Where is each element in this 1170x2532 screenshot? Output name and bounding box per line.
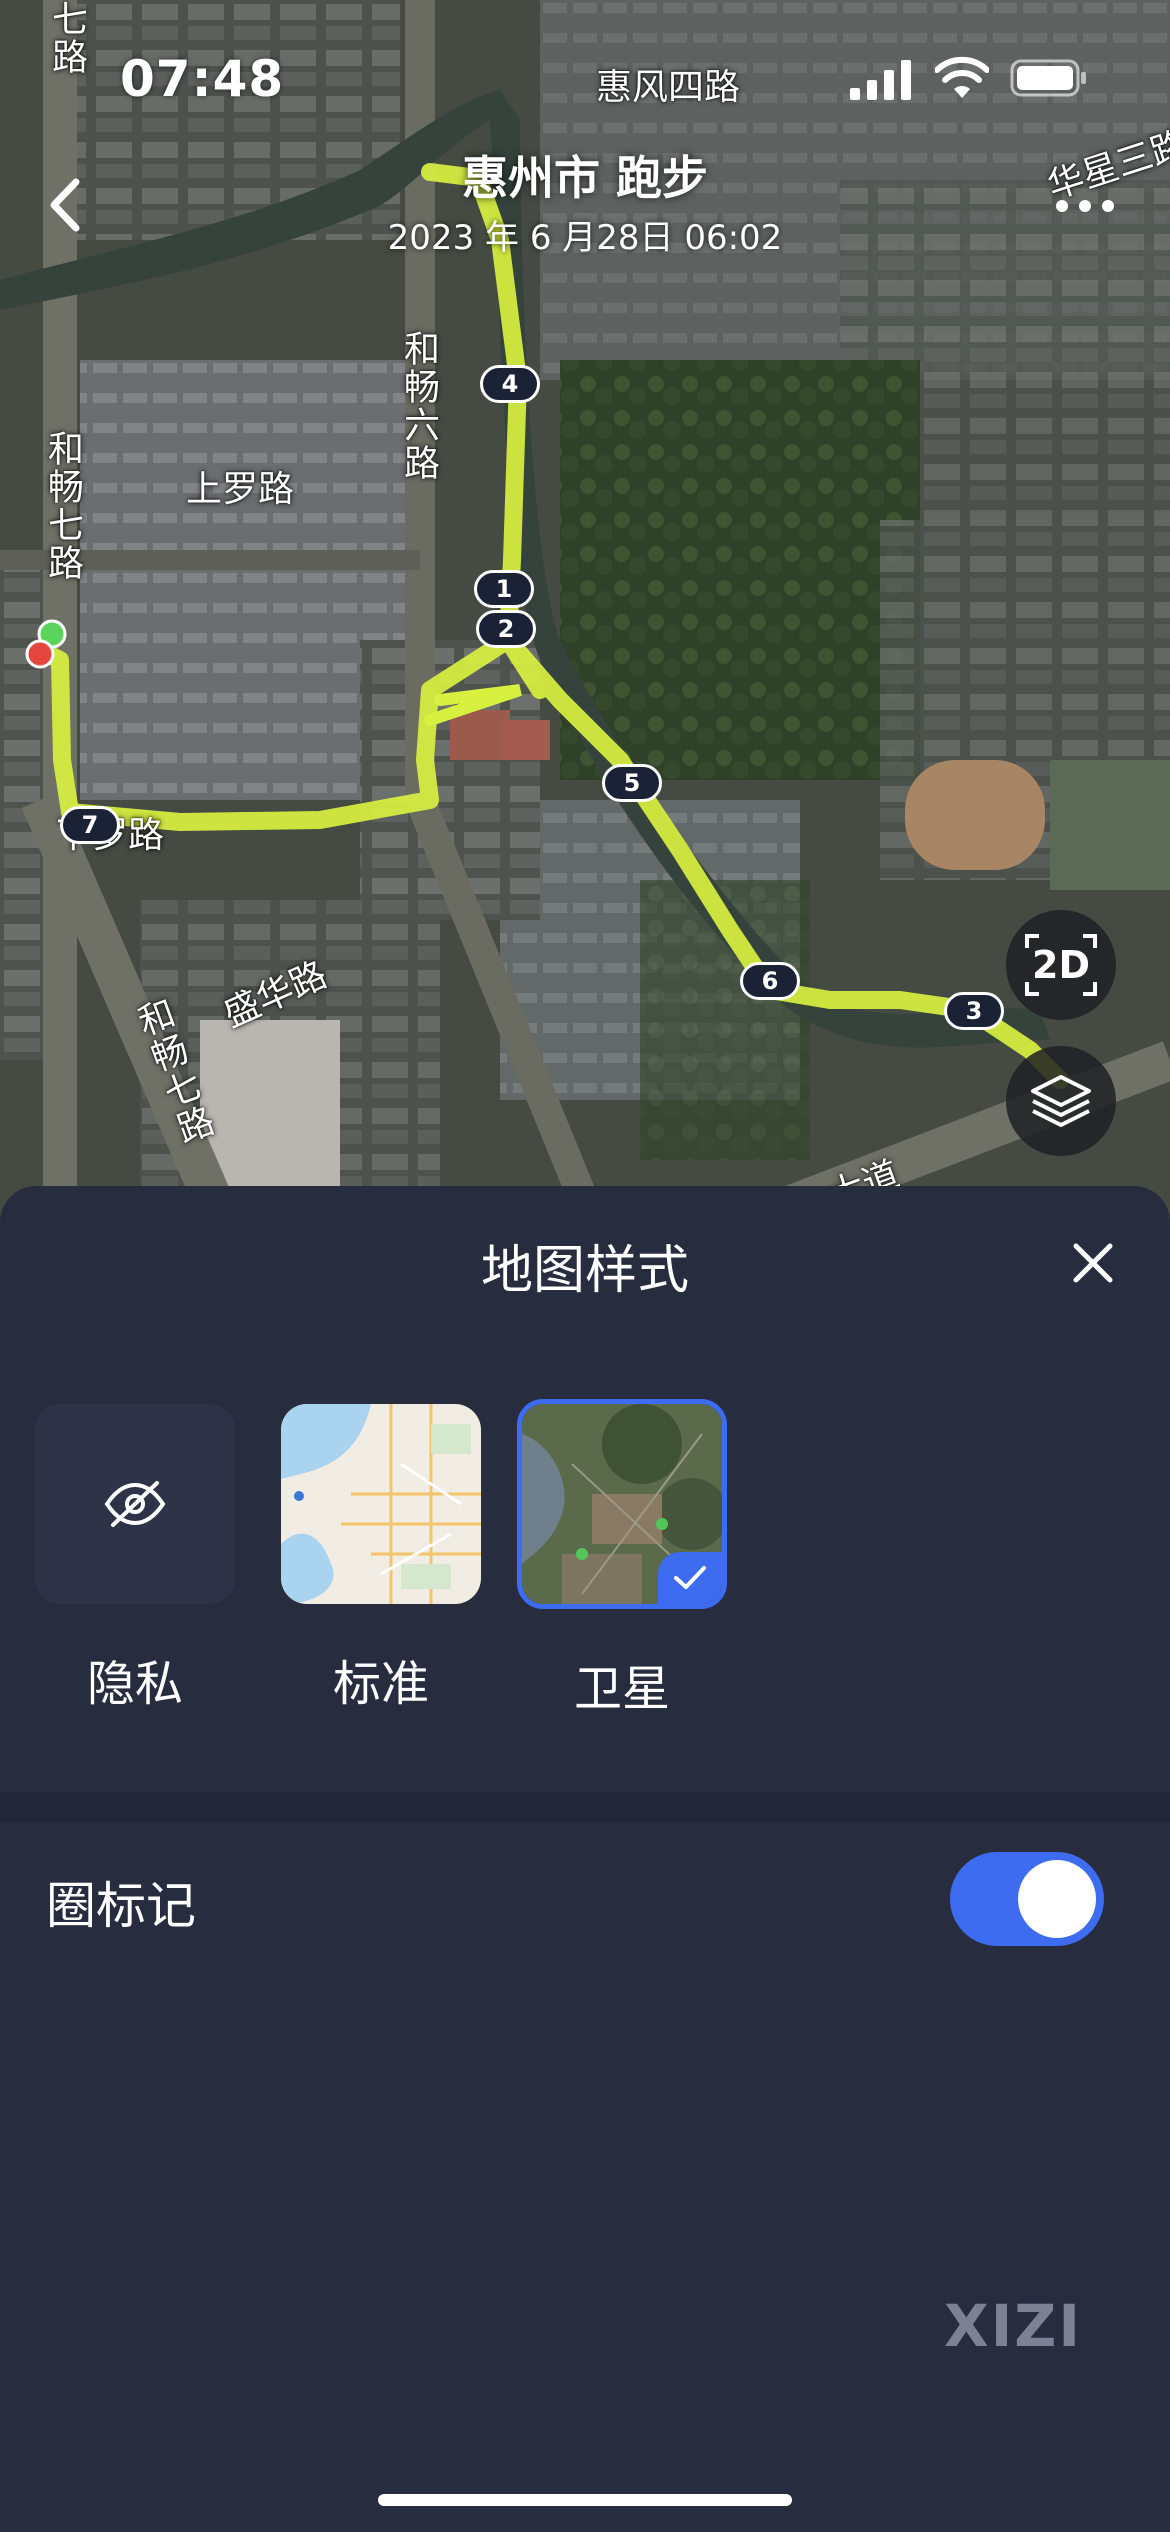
map-style-label: 隐私 [86, 1656, 183, 1712]
status-time: 07:48 [120, 50, 285, 108]
section-divider [0, 1792, 1170, 1822]
road-label: 上罗路 [186, 469, 295, 510]
watermark-logo: XIZI [944, 2292, 1082, 2360]
road-label: 和畅六路 [398, 330, 439, 482]
close-button[interactable] [1068, 1238, 1118, 1288]
standard-map-preview [281, 1404, 481, 1604]
layers-icon [1031, 1075, 1091, 1127]
lap-marker[interactable]: 6 [740, 962, 800, 1000]
lap-marker[interactable]: 7 [60, 806, 120, 844]
frame-corners-icon [1025, 934, 1097, 996]
wifi-icon [935, 56, 989, 98]
map-style-standard[interactable]: 标准 [281, 1404, 481, 1714]
checkmark-icon [674, 1566, 706, 1589]
lap-marker[interactable]: 1 [474, 570, 534, 608]
map-view[interactable]: 惠风四路 华星三路 七路 和畅七路 和畅六路 上罗路 下罗路 盛华路 和畅七路 … [0, 0, 1170, 1240]
page-title: 惠州市 跑步 [461, 151, 708, 205]
lap-marker[interactable]: 3 [944, 992, 1004, 1030]
map-style-label: 卫星 [573, 1661, 670, 1717]
eye-off-icon [104, 1481, 166, 1527]
lap-marker[interactable]: 5 [602, 764, 662, 802]
satellite-map-thumbnail[interactable] [517, 1399, 727, 1609]
standard-map-thumbnail[interactable] [281, 1404, 481, 1604]
lap-marks-toggle[interactable] [950, 1852, 1104, 1946]
cellular-signal-icon [850, 60, 911, 100]
home-indicator[interactable] [378, 2494, 792, 2506]
map-style-privacy[interactable]: 隐私 [35, 1404, 235, 1714]
road-label: 和畅七路 [42, 430, 83, 582]
end-point [25, 639, 55, 669]
selected-check-badge [658, 1552, 722, 1604]
status-bar: 07:48 [0, 40, 1170, 120]
toggle-knob [1018, 1860, 1096, 1938]
privacy-thumbnail[interactable] [35, 1404, 235, 1604]
activity-datetime: 2023 年 6 月28日 06:02 [387, 218, 783, 258]
more-dots-icon [1056, 200, 1114, 212]
more-button[interactable] [1052, 196, 1118, 216]
lap-marker[interactable]: 4 [480, 365, 540, 403]
map-style-sheet: 地图样式 隐私 标准 卫星 圈标记 XIZI [0, 1186, 1170, 2532]
lap-marker[interactable]: 2 [476, 610, 536, 648]
battery-icon [1010, 59, 1086, 97]
lap-marks-label: 圈标记 [46, 1877, 196, 1935]
close-icon [1073, 1243, 1113, 1283]
sheet-title: 地图样式 [480, 1241, 689, 1301]
map-style-satellite[interactable]: 卫星 [517, 1399, 727, 1719]
map-layers-button[interactable] [1006, 1046, 1116, 1156]
map-style-label: 标准 [332, 1656, 429, 1712]
view-mode-button[interactable]: 2D [1006, 910, 1116, 1020]
